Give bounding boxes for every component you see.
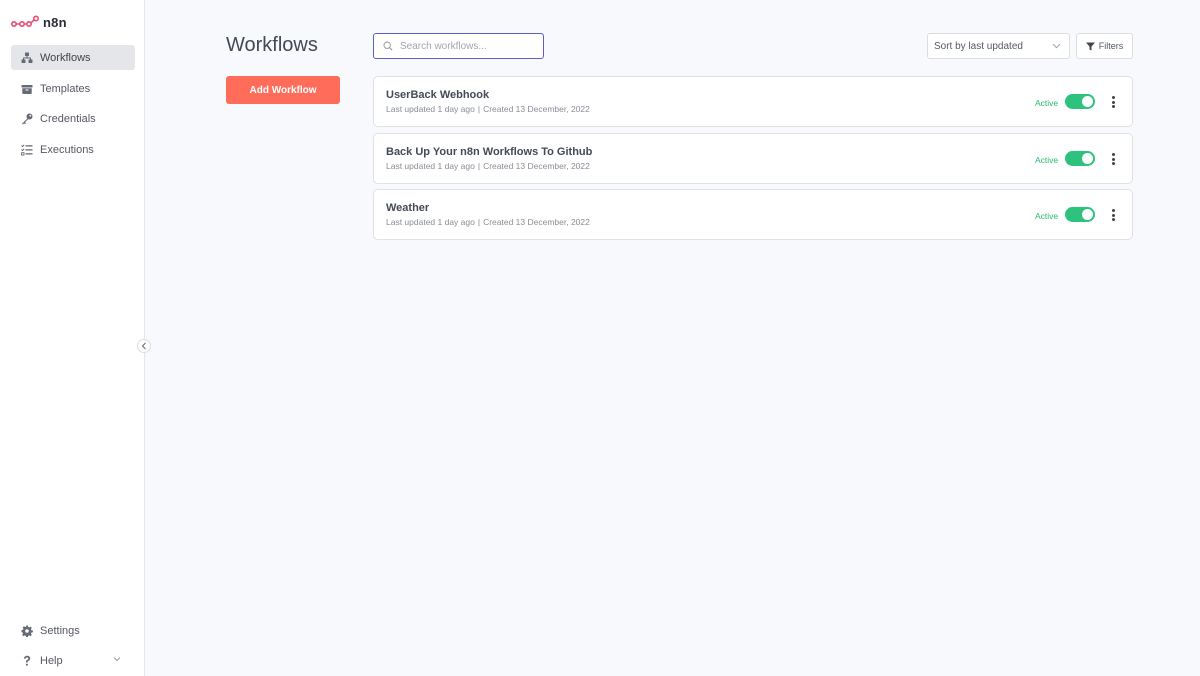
workflow-created: Created 13 December, 2022 [483,104,590,114]
active-toggle[interactable] [1065,94,1095,109]
page-title: Workflows [226,34,318,56]
workflow-meta: Last updated 1 day ago | Created 13 Decemb… [386,104,590,114]
workflow-updated: Last updated 1 day ago [386,104,475,114]
key-icon [20,112,34,126]
workflow-card[interactable]: Weather Last updated 1 day ago | Created 1… [373,189,1133,240]
sidebar-item-label: Help [40,654,63,667]
workflow-name[interactable]: Weather [386,202,429,214]
workflow-card[interactable]: Back Up Your n8n Workflows To Github Las… [373,133,1133,184]
filters-button[interactable]: Filters [1076,33,1133,59]
filters-label: Filters [1098,41,1124,51]
chevron-left-icon [141,342,146,350]
sidebar-item-templates[interactable]: Templates [11,76,135,101]
workflow-card[interactable]: UserBack Webhook Last updated 1 day ago |… [373,76,1133,127]
status-label: Active [1035,98,1059,108]
more-options-icon[interactable] [1110,95,1116,109]
chevron-down-icon [1052,43,1061,49]
chevron-down-icon[interactable] [113,656,121,662]
toggle-knob [1082,153,1093,164]
sidebar-item-executions[interactable]: Executions [11,137,135,162]
toggle-knob [1082,96,1093,107]
n8n-logo[interactable]: n8n [11,12,67,32]
workflow-updated: Last updated 1 day ago [386,161,475,171]
workflow-meta: Last updated 1 day ago | Created 13 Decemb… [386,161,590,171]
box-icon [20,82,34,96]
search-input[interactable] [400,40,540,52]
sidebar-item-help[interactable]: Help [11,648,135,673]
sidebar-item-label: Executions [40,143,94,156]
more-options-icon[interactable] [1110,152,1116,166]
sort-select[interactable]: Sort by last updated [927,33,1070,59]
sidebar-item-settings[interactable]: Settings [11,618,135,643]
meta-separator: | [477,104,481,114]
workflow-created: Created 13 December, 2022 [483,161,590,171]
sidebar-item-label: Credentials [40,112,96,125]
more-options-icon[interactable] [1110,208,1116,222]
meta-separator: | [477,161,481,171]
sort-selected-value: Sort by last updated [934,40,1023,52]
sidebar-item-credentials[interactable]: Credentials [11,106,135,131]
status-label: Active [1035,211,1059,221]
gear-icon [20,624,34,638]
active-toggle[interactable] [1065,207,1095,222]
add-workflow-button[interactable]: Add Workflow [226,76,340,104]
sidebar: n8n Workflows Templates Credentials Exec… [0,0,145,676]
search-icon [383,41,393,51]
collapse-sidebar-button[interactable] [137,339,151,353]
workflow-name[interactable]: UserBack Webhook [386,89,489,101]
logo-text: n8n [43,14,67,30]
search-box[interactable] [373,33,544,59]
sidebar-item-label: Templates [40,82,91,95]
sidebar-item-label: Workflows [40,51,91,64]
active-toggle[interactable] [1065,151,1095,166]
question-icon [20,654,34,668]
n8n-logo-icon [11,15,39,28]
workflow-name[interactable]: Back Up Your n8n Workflows To Github [386,146,592,158]
workflow-meta: Last updated 1 day ago | Created 13 Decemb… [386,217,590,227]
tasks-list-icon [20,143,34,157]
toggle-knob [1082,209,1093,220]
filter-icon [1085,42,1095,50]
sidebar-item-label: Settings [40,624,80,637]
sidebar-item-workflows[interactable]: Workflows [11,45,135,70]
workflow-created: Created 13 December, 2022 [483,217,590,227]
network-icon [20,51,34,65]
meta-separator: | [477,217,481,227]
workflow-updated: Last updated 1 day ago [386,217,475,227]
status-label: Active [1035,155,1059,165]
